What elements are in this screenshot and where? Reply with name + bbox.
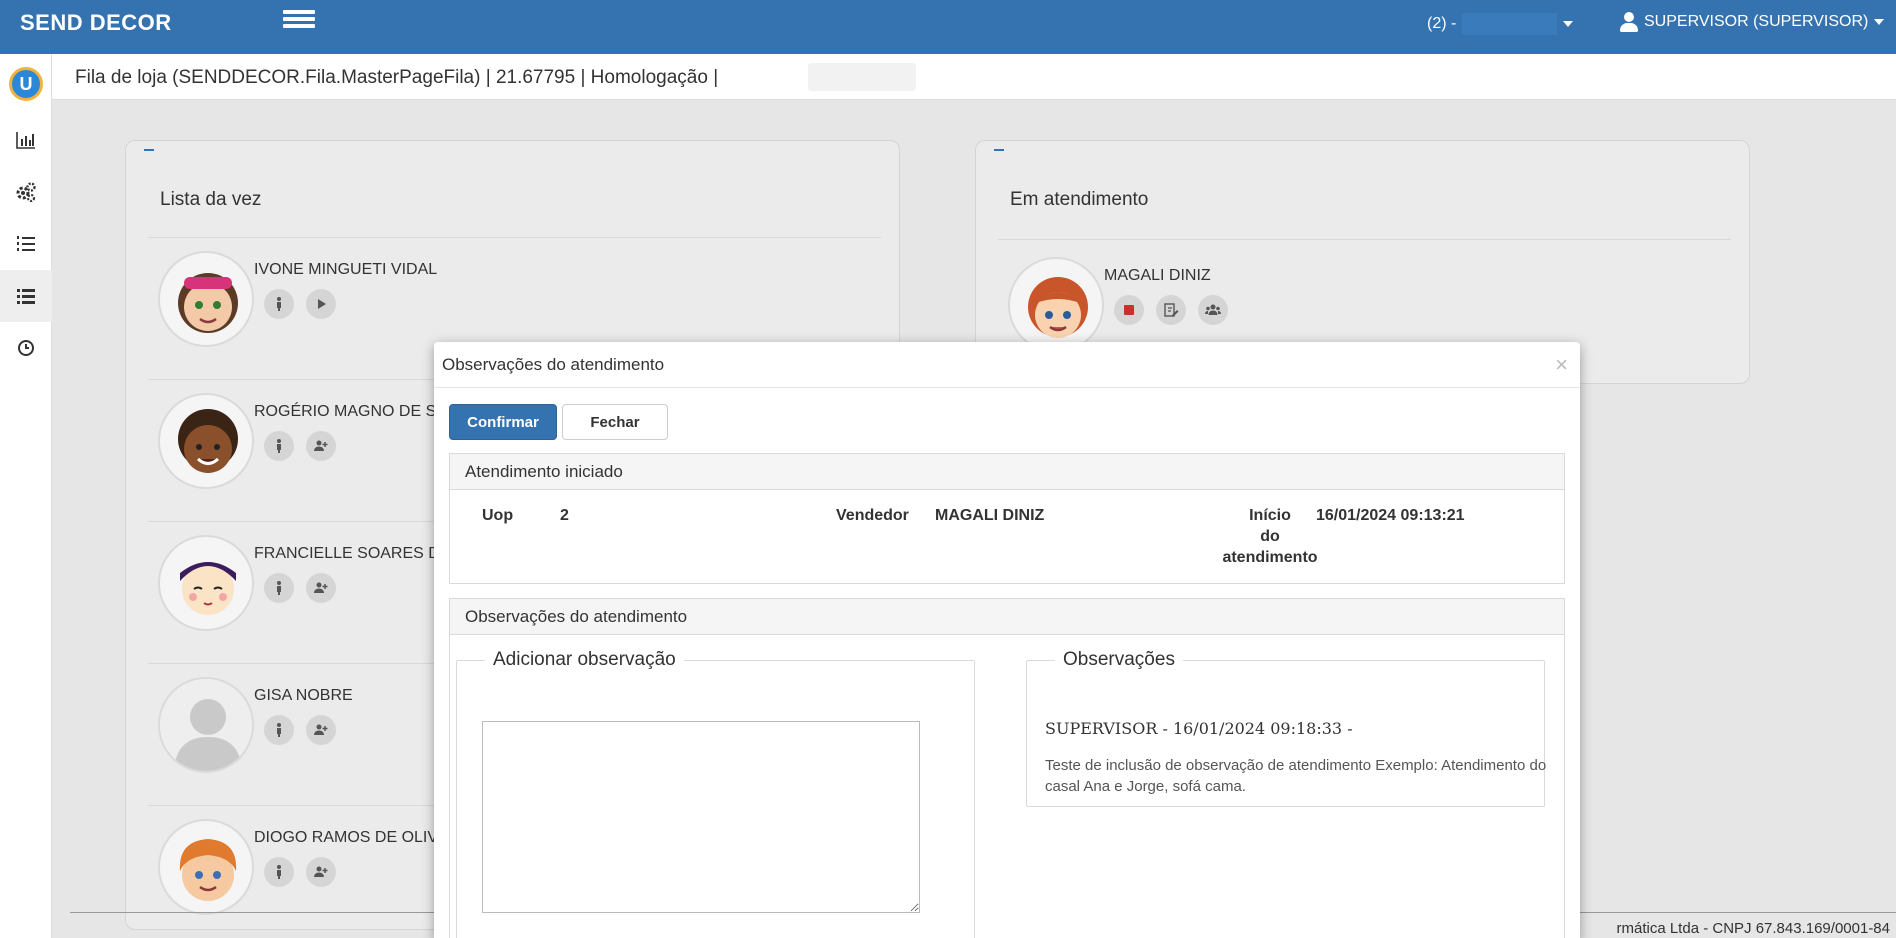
close-icon[interactable]: ×: [1555, 354, 1568, 376]
attend-button[interactable]: [264, 431, 294, 461]
collapse-icon[interactable]: [144, 149, 154, 151]
sidebar-item-queue[interactable]: [0, 270, 52, 322]
section-heading: Observações do atendimento: [450, 599, 1564, 635]
edit-notes-button[interactable]: [1156, 295, 1186, 325]
note-textarea[interactable]: [482, 721, 920, 913]
uop-value: 2: [560, 507, 569, 524]
add-user-icon: [314, 440, 328, 451]
section-heading: Atendimento iniciado: [450, 454, 1564, 490]
sidebar-item-settings[interactable]: [0, 166, 52, 218]
divider: [148, 237, 881, 238]
divider: [998, 239, 1731, 240]
start-label: Início do atendimento: [1222, 507, 1318, 566]
confirm-button[interactable]: Confirmar: [449, 404, 557, 440]
user-menu[interactable]: SUPERVISOR (SUPERVISOR): [1620, 12, 1885, 32]
page-title: Fila de loja (SENDDECOR.Fila.MasterPageF…: [75, 67, 719, 88]
caret-down-icon: [1563, 21, 1574, 27]
person-name: ROGÉRIO MAGNO DE SC: [254, 403, 448, 420]
brand-logo[interactable]: SEND DECOR: [0, 0, 270, 54]
user-label: SUPERVISOR (SUPERVISOR): [1644, 13, 1869, 30]
person-name: GISA NOBRE: [254, 687, 353, 704]
sidebar-item-ordered-list[interactable]: [0, 218, 52, 270]
store-name-masked: [1462, 13, 1558, 35]
bar-chart-icon: [16, 132, 35, 149]
clock-icon: [18, 340, 34, 356]
service-notes-section: Observações do atendimento Adicionar obs…: [449, 598, 1565, 938]
attend-button[interactable]: [264, 857, 294, 887]
avatar: [158, 677, 254, 773]
person-stand-icon: [277, 439, 281, 453]
edit-icon: [1164, 303, 1179, 317]
close-button[interactable]: Fechar: [562, 404, 668, 440]
play-icon: [318, 299, 326, 309]
add-user-button[interactable]: [306, 573, 336, 603]
person-name: IVONE MINGUETI VIDAL: [254, 261, 438, 278]
avatar: [1008, 257, 1104, 353]
person-name: FRANCIELLE SOARES DIA: [254, 545, 455, 562]
person-name: MAGALI DINIZ: [1104, 267, 1211, 284]
list-icon: [17, 289, 35, 304]
caret-down-icon: [1874, 19, 1885, 25]
attend-button[interactable]: [264, 289, 294, 319]
sidebar-item-history[interactable]: [0, 322, 52, 374]
sidebar-item-home[interactable]: U: [0, 58, 52, 110]
store-selector-label: (2) -: [1427, 15, 1457, 32]
note-entry-header: SUPERVISOR - 16/01/2024 09:18:33 -: [1045, 719, 1353, 738]
page-header: Fila de loja (SENDDECOR.Fila.MasterPageF…: [52, 54, 1896, 100]
hamburger-menu-icon[interactable]: [283, 10, 315, 34]
collapse-icon[interactable]: [994, 149, 1004, 151]
gears-icon: [16, 182, 36, 202]
stop-icon: [1124, 305, 1134, 315]
add-note-fieldset: Adicionar observação: [456, 649, 975, 938]
avatar: [158, 535, 254, 631]
sidebar-item-reports[interactable]: [0, 114, 52, 166]
person-stand-icon: [277, 723, 281, 737]
add-user-icon: [314, 582, 328, 593]
group-button[interactable]: [1198, 295, 1228, 325]
note-entry-body: Teste de inclusão de observação de atend…: [1045, 757, 1547, 795]
service-started-section: Atendimento iniciado Uop 2 Vendedor MAGA…: [449, 453, 1565, 584]
add-user-button[interactable]: [306, 715, 336, 745]
uop-label: Uop: [482, 507, 514, 524]
attend-button[interactable]: [264, 715, 294, 745]
sidebar: U: [0, 54, 52, 938]
modal-header: Observações do atendimento ×: [434, 342, 1580, 388]
attend-button[interactable]: [264, 573, 294, 603]
seller-value: MAGALI DINIZ: [935, 507, 1045, 524]
play-button[interactable]: [306, 289, 336, 319]
users-icon: [1205, 304, 1221, 315]
add-note-legend: Adicionar observação: [493, 649, 676, 670]
add-user-button[interactable]: [306, 431, 336, 461]
modal-title: Observações do atendimento: [442, 355, 665, 374]
panel-title: Lista da vez: [160, 189, 262, 210]
avatar: [158, 819, 254, 915]
notes-list-fieldset: Observações SUPERVISOR - 16/01/2024 09:1…: [1026, 649, 1546, 807]
start-value: 16/01/2024 09:13:21: [1316, 507, 1465, 524]
seller-label: Vendedor: [836, 507, 909, 524]
person-stand-icon: [277, 297, 281, 311]
add-user-icon: [314, 724, 328, 735]
add-user-button[interactable]: [306, 857, 336, 887]
footer-company: rmática Ltda - CNPJ 67.843.169/0001-84: [1616, 920, 1891, 937]
user-icon: [1620, 12, 1638, 32]
observations-modal: Observações do atendimento × Confirmar F…: [434, 342, 1580, 938]
add-user-icon: [314, 866, 328, 877]
person-stand-icon: [277, 581, 281, 595]
person-stand-icon: [277, 865, 281, 879]
panel-title: Em atendimento: [1010, 189, 1149, 210]
avatar: [158, 251, 254, 347]
person-name: DIOGO RAMOS DE OLIVE: [254, 829, 449, 846]
avatar: [158, 393, 254, 489]
top-navbar: SEND DECOR (2) - SUPERVISOR (SUPERVISOR): [0, 0, 1896, 54]
store-selector[interactable]: (2) -: [1427, 13, 1574, 35]
logo-icon: U: [9, 67, 43, 101]
list-ordered-icon: [17, 236, 35, 251]
stop-service-button[interactable]: [1114, 295, 1144, 325]
notes-list-legend: Observações: [1063, 649, 1175, 670]
masked-environment-name: [808, 63, 916, 91]
